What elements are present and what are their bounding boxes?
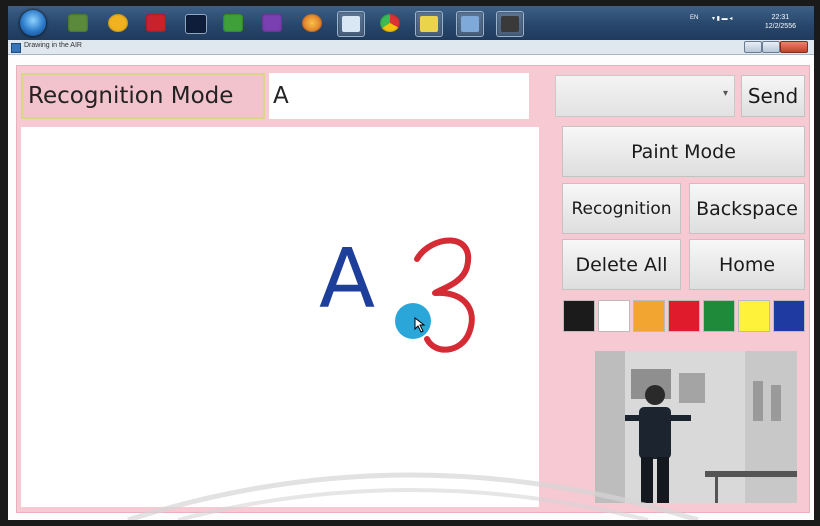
window-app-icon[interactable] (456, 11, 484, 37)
editor-icon[interactable] (415, 11, 443, 37)
close-button[interactable] (780, 41, 808, 53)
recognized-text-field[interactable]: A (269, 73, 529, 119)
window-titlebar: Drawing in the AIR (8, 40, 814, 55)
maximize-button[interactable] (762, 41, 780, 53)
home-button[interactable]: Home (689, 239, 805, 290)
tray-icons[interactable]: ▾ ▮ ▬ ◂ (712, 15, 732, 22)
backspace-button[interactable]: Backspace (689, 183, 805, 234)
app-window-icon (11, 43, 21, 53)
color-swatch-white[interactable] (598, 300, 630, 332)
recognition-button[interactable]: Recognition (562, 183, 681, 234)
port-select[interactable]: ▾ (555, 75, 735, 117)
app-window: Recognition Mode A A ▾ Send Paint Mode R… (8, 55, 814, 520)
color-swatch-green[interactable] (703, 300, 735, 332)
drawing-app-icon[interactable] (496, 11, 524, 37)
color-swatch-black[interactable] (563, 300, 595, 332)
system-clock[interactable]: 22:31 12/2/2556 (765, 13, 796, 31)
color-swatch-yellow[interactable] (738, 300, 770, 332)
delete-all-button[interactable]: Delete All (562, 239, 681, 290)
paint-mode-button[interactable]: Paint Mode (562, 126, 805, 177)
color-swatch-red[interactable] (668, 300, 700, 332)
app-frame: Recognition Mode A A ▾ Send Paint Mode R… (16, 65, 810, 513)
vs-purple-icon[interactable] (262, 14, 282, 32)
monitor-icon[interactable] (68, 14, 88, 32)
drawing-canvas[interactable]: A (21, 127, 539, 507)
control-panel: ▾ Send Paint Mode Recognition Backspace … (547, 66, 809, 512)
language-indicator[interactable]: EN (690, 15, 698, 21)
visual-studio-icon[interactable] (185, 14, 207, 34)
camera-feed (595, 351, 797, 503)
windows-start-orb[interactable] (20, 10, 46, 36)
orange-triangle-icon[interactable] (108, 14, 128, 32)
minimize-button[interactable] (744, 41, 762, 53)
clock-time: 22:31 (771, 14, 790, 21)
color-swatch-blue[interactable] (773, 300, 805, 332)
mouse-pointer-icon (414, 317, 426, 333)
csharp-icon[interactable] (223, 14, 243, 32)
camera-feed-image (595, 351, 797, 503)
folder-app-icon[interactable] (337, 11, 365, 37)
chrome-icon[interactable] (380, 14, 400, 32)
chevron-down-icon: ▾ (722, 88, 728, 99)
taskbar: EN ▾ ▮ ▬ ◂ 22:31 12/2/2556 (8, 6, 814, 41)
color-swatch-orange[interactable] (633, 300, 665, 332)
firefox-icon[interactable] (302, 14, 322, 32)
send-button[interactable]: Send (741, 75, 805, 117)
window-title: Drawing in the AIR (24, 42, 82, 49)
clock-date: 12/2/2556 (764, 23, 796, 30)
acrobat-icon[interactable] (146, 14, 166, 32)
mode-label: Recognition Mode (21, 73, 265, 119)
handwritten-stroke (414, 237, 475, 353)
